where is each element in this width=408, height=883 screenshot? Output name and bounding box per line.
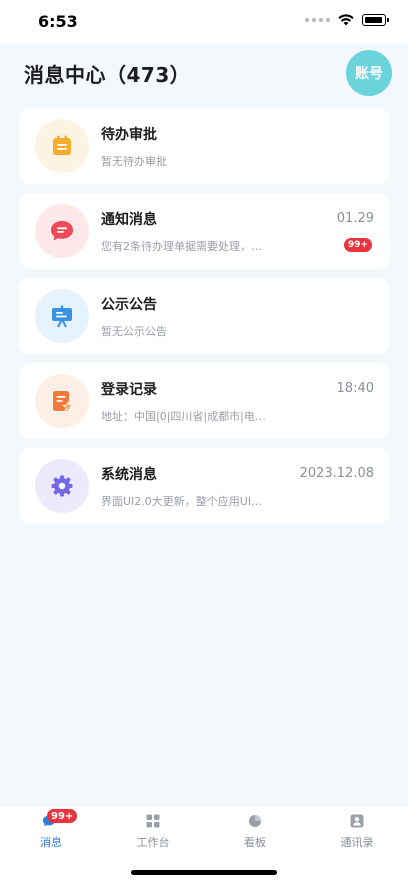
battery-icon bbox=[362, 14, 389, 26]
dashboard-icon bbox=[249, 815, 261, 827]
tab-contacts[interactable]: 通讯录 bbox=[306, 806, 408, 856]
contacts-icon bbox=[350, 814, 364, 828]
chat-bubble-icon bbox=[35, 204, 89, 258]
tab-dashboard[interactable]: 看板 bbox=[204, 806, 306, 856]
status-bar: 6:53 bbox=[0, 0, 408, 44]
tab-label: 工作台 bbox=[136, 836, 170, 849]
tab-workbench[interactable]: 工作台 bbox=[102, 806, 204, 856]
grid-icon bbox=[146, 814, 160, 828]
cellular-signal-icon bbox=[305, 18, 330, 22]
tab-label: 看板 bbox=[244, 836, 266, 849]
tab-label: 通讯录 bbox=[340, 836, 374, 849]
card-title: 公示公告 bbox=[101, 297, 157, 313]
message-card-notification[interactable]: 通知消息 您有2条待办理单据需要处理，… 01.29 99+ bbox=[19, 193, 390, 269]
document-star-icon bbox=[35, 374, 89, 428]
message-card-public-notice[interactable]: 公示公告 暂无公示公告 bbox=[19, 278, 390, 354]
tab-label: 消息 bbox=[40, 836, 62, 849]
card-title: 系统消息 bbox=[101, 467, 157, 483]
message-card-todo-approval[interactable]: 待办审批 暂无待办审批 bbox=[19, 108, 390, 184]
card-title: 待办审批 bbox=[101, 127, 157, 143]
card-title: 登录记录 bbox=[101, 382, 157, 398]
calendar-icon bbox=[35, 119, 89, 173]
card-subtitle: 界面UI2.0大更新，整个应用UI… bbox=[101, 495, 263, 508]
tab-messages[interactable]: 99+ 消息 bbox=[0, 806, 102, 856]
page-title: 消息中心（473） bbox=[24, 63, 191, 87]
account-button[interactable]: 账号 bbox=[346, 50, 392, 96]
card-subtitle: 您有2条待办理单据需要处理，… bbox=[101, 240, 262, 253]
header: 消息中心（473） 账号 bbox=[0, 44, 408, 100]
card-subtitle: 地址：中国|0|四川省|成都市|电… bbox=[101, 410, 266, 423]
card-subtitle: 暂无公示公告 bbox=[101, 325, 167, 338]
tab-unread-badge: 99+ bbox=[47, 809, 78, 823]
card-title: 通知消息 bbox=[101, 212, 157, 228]
message-card-system[interactable]: 系统消息 界面UI2.0大更新，整个应用UI… 2023.12.08 bbox=[19, 448, 390, 524]
home-indicator[interactable] bbox=[131, 870, 277, 875]
status-icons bbox=[305, 14, 389, 26]
card-time: 2023.12.08 bbox=[299, 466, 374, 481]
status-time: 6:53 bbox=[38, 12, 78, 31]
card-subtitle: 暂无待办审批 bbox=[101, 155, 167, 168]
card-time: 18:40 bbox=[336, 381, 374, 396]
message-card-login-records[interactable]: 登录记录 地址：中国|0|四川省|成都市|电… 18:40 bbox=[19, 363, 390, 439]
gear-icon bbox=[35, 459, 89, 513]
card-time: 01.29 bbox=[336, 211, 374, 226]
unread-badge: 99+ bbox=[343, 238, 372, 252]
wifi-icon bbox=[338, 14, 354, 26]
presentation-board-icon bbox=[35, 289, 89, 343]
